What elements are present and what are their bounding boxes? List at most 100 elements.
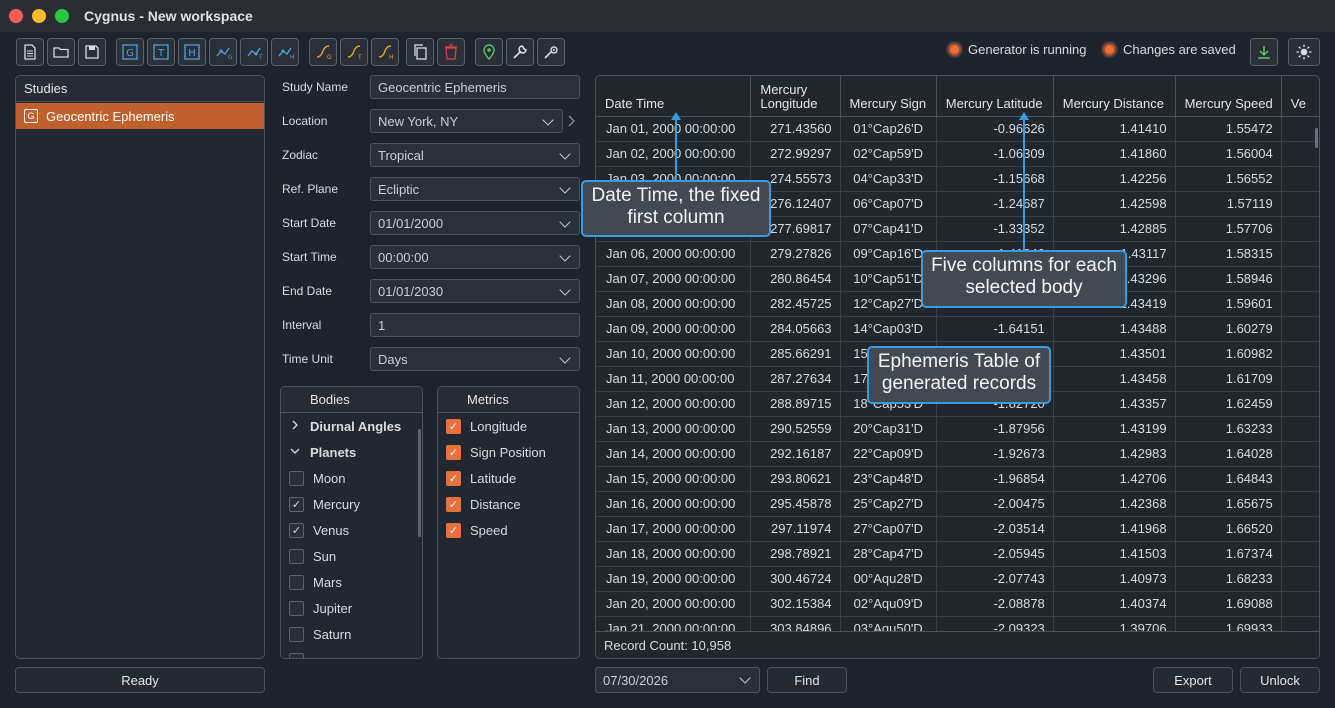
table-row[interactable]: Jan 02, 2000 00:00:00 272.99297 02°Cap59'D… — [596, 141, 1319, 167]
heliocentric-study-button[interactable]: H — [178, 38, 206, 66]
table-row[interactable]: Jan 01, 2000 00:00:00 271.43560 01°Cap26'D… — [596, 116, 1319, 142]
end-date-picker[interactable]: 01/01/2030 — [370, 279, 580, 303]
graph-h-button[interactable]: H — [271, 38, 299, 66]
location-select[interactable]: New York, NY — [370, 109, 563, 133]
table-cell: -1.96854 — [936, 466, 1054, 492]
table-row[interactable]: Jan 20, 2000 00:00:00 302.15384 02°Aqu09'D… — [596, 591, 1319, 617]
metric-longitude[interactable]: ✓ Longitude — [438, 413, 579, 439]
find-button[interactable]: Find — [767, 667, 847, 693]
column-header-date-time[interactable]: Date Time — [596, 76, 752, 117]
theme-toggle-button[interactable] — [1288, 38, 1320, 66]
delete-button[interactable] — [437, 38, 465, 66]
maximize-window-button[interactable] — [55, 9, 69, 23]
column-header-mercury-distance[interactable]: Mercury Distance — [1053, 76, 1176, 117]
interval-input[interactable]: 1 — [370, 313, 580, 337]
new-file-button[interactable] — [16, 38, 44, 66]
table-row[interactable]: Jan 18, 2000 00:00:00 298.78921 28°Cap47'D… — [596, 541, 1319, 567]
group-planets[interactable]: Planets — [281, 439, 422, 465]
settings-button[interactable] — [537, 38, 565, 66]
column-header-venus-partial[interactable]: Ve — [1281, 76, 1319, 117]
callout-five-columns: Five columns for each selected body — [921, 250, 1127, 308]
table-row[interactable]: Jan 15, 2000 00:00:00 293.80621 23°Cap48'D… — [596, 466, 1319, 492]
goto-date-picker[interactable]: 07/30/2026 — [595, 667, 760, 693]
column-header-mercury-speed[interactable]: Mercury Speed — [1175, 76, 1282, 117]
body-sun[interactable]: Sun — [281, 543, 422, 569]
download-button[interactable] — [1250, 38, 1278, 66]
table-row[interactable]: Jan 13, 2000 00:00:00 290.52559 20°Cap31'D… — [596, 416, 1319, 442]
sun-icon — [1296, 44, 1312, 60]
tools-button[interactable] — [506, 38, 534, 66]
time-unit-label: Time Unit — [282, 352, 333, 366]
location-button[interactable] — [475, 38, 503, 66]
checkbox-checked[interactable]: ✓ — [289, 496, 304, 512]
body-venus[interactable]: ✓ Venus — [281, 517, 422, 543]
column-header-mercury-sign[interactable]: Mercury Sign — [840, 76, 937, 117]
checkbox-checked[interactable]: ✓ — [446, 444, 461, 460]
metric-distance[interactable]: ✓ Distance — [438, 491, 579, 517]
table-cell: 1.42598 — [1053, 191, 1176, 217]
table-cell-venus-partial — [1281, 141, 1319, 167]
body-jupiter[interactable]: Jupiter — [281, 595, 422, 621]
chevron-right-icon[interactable] — [566, 111, 578, 131]
zodiac-select[interactable]: Tropical — [370, 143, 580, 167]
curve-t-button[interactable]: T — [340, 38, 368, 66]
unlock-button[interactable]: Unlock — [1240, 667, 1320, 693]
curve-g-button[interactable]: G — [309, 38, 337, 66]
checkbox[interactable] — [289, 548, 304, 564]
body-moon[interactable]: Moon — [281, 465, 422, 491]
graph-t-button[interactable]: T — [240, 38, 268, 66]
metric-sign-position[interactable]: ✓ Sign Position — [438, 439, 579, 465]
start-date-picker[interactable]: 01/01/2000 — [370, 211, 580, 235]
table-row[interactable]: Jan 17, 2000 00:00:00 297.11974 27°Cap07'D… — [596, 516, 1319, 542]
body-mercury[interactable]: ✓ Mercury — [281, 491, 422, 517]
checkbox[interactable] — [289, 652, 304, 658]
h-study-icon: H — [184, 44, 200, 60]
table-cell: Jan 08, 2000 00:00:00 — [596, 291, 752, 317]
close-window-button[interactable] — [9, 9, 23, 23]
column-header-mercury-longitude[interactable]: Mercury Longitude — [750, 76, 841, 117]
table-scrollbar[interactable] — [1315, 128, 1318, 148]
bodies-scrollbar[interactable] — [418, 429, 421, 537]
table-cell: 1.41860 — [1053, 141, 1176, 167]
save-button[interactable] — [78, 38, 106, 66]
body-partial[interactable] — [281, 647, 422, 658]
table-row[interactable]: Jan 14, 2000 00:00:00 292.16187 22°Cap09'D… — [596, 441, 1319, 467]
open-button[interactable] — [47, 38, 75, 66]
metric-latitude[interactable]: ✓ Latitude — [438, 465, 579, 491]
table-cell: 271.43560 — [750, 116, 841, 142]
checkbox-checked[interactable]: ✓ — [446, 522, 461, 538]
table-cell: 1.65675 — [1175, 491, 1282, 517]
table-row[interactable]: Jan 16, 2000 00:00:00 295.45878 25°Cap27'D… — [596, 491, 1319, 517]
column-header-mercury-latitude[interactable]: Mercury Latitude — [936, 76, 1054, 117]
ref-plane-select[interactable]: Ecliptic — [370, 177, 580, 201]
study-item-geocentric-ephemeris[interactable]: G Geocentric Ephemeris — [16, 103, 264, 129]
checkbox-checked[interactable]: ✓ — [289, 522, 304, 538]
checkbox[interactable] — [289, 600, 304, 616]
table-cell-venus-partial — [1281, 166, 1319, 192]
table-row[interactable]: Jan 19, 2000 00:00:00 300.46724 00°Aqu28'D… — [596, 566, 1319, 592]
checkbox-checked[interactable]: ✓ — [446, 418, 461, 434]
checkbox-checked[interactable]: ✓ — [446, 470, 461, 486]
export-button[interactable]: Export — [1153, 667, 1233, 693]
group-diurnal-angles[interactable]: Diurnal Angles — [281, 413, 422, 439]
start-time-picker[interactable]: 00:00:00 — [370, 245, 580, 269]
body-mars[interactable]: Mars — [281, 569, 422, 595]
copy-button[interactable] — [406, 38, 434, 66]
table-row[interactable]: Jan 09, 2000 00:00:00 284.05663 14°Cap03'D… — [596, 316, 1319, 342]
table-cell: 1.58315 — [1175, 241, 1282, 267]
curve-h-icon: H — [378, 45, 394, 61]
checkbox[interactable] — [289, 574, 304, 590]
body-saturn[interactable]: Saturn — [281, 621, 422, 647]
checkbox[interactable] — [289, 470, 304, 486]
study-name-input[interactable]: Geocentric Ephemeris — [370, 75, 580, 99]
checkbox[interactable] — [289, 626, 304, 642]
graph-g-button[interactable]: G — [209, 38, 237, 66]
topocentric-study-button[interactable]: T — [147, 38, 175, 66]
time-unit-select[interactable]: Days — [370, 347, 580, 371]
checkbox-checked[interactable]: ✓ — [446, 496, 461, 512]
minimize-window-button[interactable] — [32, 9, 46, 23]
table-cell: 285.66291 — [750, 341, 841, 367]
metric-speed[interactable]: ✓ Speed — [438, 517, 579, 543]
geocentric-study-button[interactable]: G — [116, 38, 144, 66]
curve-h-button[interactable]: H — [371, 38, 399, 66]
